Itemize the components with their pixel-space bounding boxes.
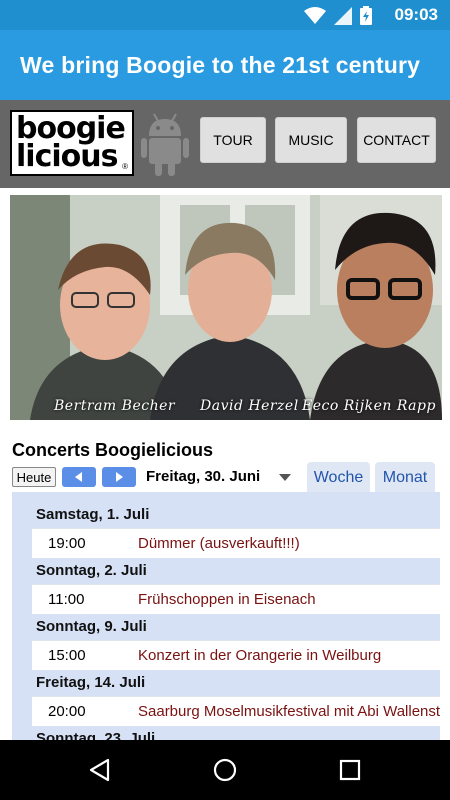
arrow-right-icon [116, 472, 123, 482]
recents-icon[interactable] [339, 759, 361, 781]
logo-line2: licious [16, 139, 118, 174]
day-header: Sonntag, 23. Juli [36, 730, 156, 740]
event-title[interactable]: Dümmer (ausverkauft!!!) [138, 535, 300, 552]
event-time: 20:00 [48, 703, 86, 720]
photo-caption-eeco: Eeco Rijken Rapp [302, 398, 436, 414]
day-header: Freitag, 14. Juli [36, 674, 146, 691]
music-button[interactable]: MUSIC [275, 117, 347, 163]
app-bar: We bring Boogie to the 21st century [0, 30, 450, 100]
prev-button[interactable] [62, 467, 96, 487]
event-title[interactable]: Konzert in der Orangerie in Weilburg [138, 647, 381, 664]
event-row[interactable]: 20:00 Saarburg Moselmusikfestival mit Ab… [32, 696, 440, 726]
registered-mark: ® [122, 162, 128, 171]
photo-caption-bertram: Bertram Becher [54, 398, 176, 414]
band-photo: Bertram Becher David Herzel Eeco Rijken … [10, 195, 442, 420]
home-icon[interactable] [213, 758, 237, 782]
calendar-title: Concerts Boogielicious [12, 440, 214, 460]
day-header: Samstag, 1. Juli [36, 506, 150, 523]
day-header: Sonntag, 9. Juli [36, 618, 147, 635]
back-icon[interactable] [88, 758, 112, 782]
event-time: 11:00 [48, 591, 85, 608]
date-dropdown-icon[interactable] [279, 474, 291, 481]
tab-month[interactable]: Monat [375, 462, 435, 494]
event-row[interactable]: 19:00 Dümmer (ausverkauft!!!) [32, 528, 440, 558]
event-title[interactable]: Frühschoppen in Eisenach [138, 591, 316, 608]
tour-button[interactable]: TOUR [200, 117, 266, 163]
status-icons [304, 5, 372, 25]
next-button[interactable] [102, 467, 136, 487]
event-time: 19:00 [48, 535, 86, 552]
day-header: Sonntag, 2. Juli [36, 562, 147, 579]
android-icon [141, 113, 189, 176]
event-time: 15:00 [48, 647, 86, 664]
signal-icon [334, 7, 352, 25]
tab-week[interactable]: Woche [307, 462, 370, 494]
agenda-list: Samstag, 1. Juli 19:00 Dümmer (ausverkau… [12, 492, 440, 740]
status-bar: 09:03 [0, 0, 450, 30]
app-title: We bring Boogie to the 21st century [20, 52, 421, 78]
band-photo-illustration [10, 195, 442, 420]
current-date[interactable]: Freitag, 30. Juni [146, 468, 260, 485]
arrow-left-icon [75, 472, 82, 482]
event-row[interactable]: 11:00 Frühschoppen in Eisenach [32, 584, 440, 614]
photo-caption-david: David Herzel [200, 398, 299, 414]
boogielicious-logo[interactable]: boogie licious ® [10, 110, 134, 176]
contact-button[interactable]: CONTACT [357, 117, 436, 163]
status-time: 09:03 [394, 5, 438, 24]
system-nav-bar [0, 740, 450, 800]
wifi-icon [304, 7, 326, 24]
event-title[interactable]: Saarburg Moselmusikfestival mit Abi Wall… [138, 703, 440, 720]
site-nav: boogie licious ® TOUR MUSIC CONTACT [0, 100, 450, 188]
battery-icon [360, 6, 372, 25]
today-button[interactable]: Heute [12, 467, 56, 487]
event-row[interactable]: 15:00 Konzert in der Orangerie in Weilbu… [32, 640, 440, 670]
